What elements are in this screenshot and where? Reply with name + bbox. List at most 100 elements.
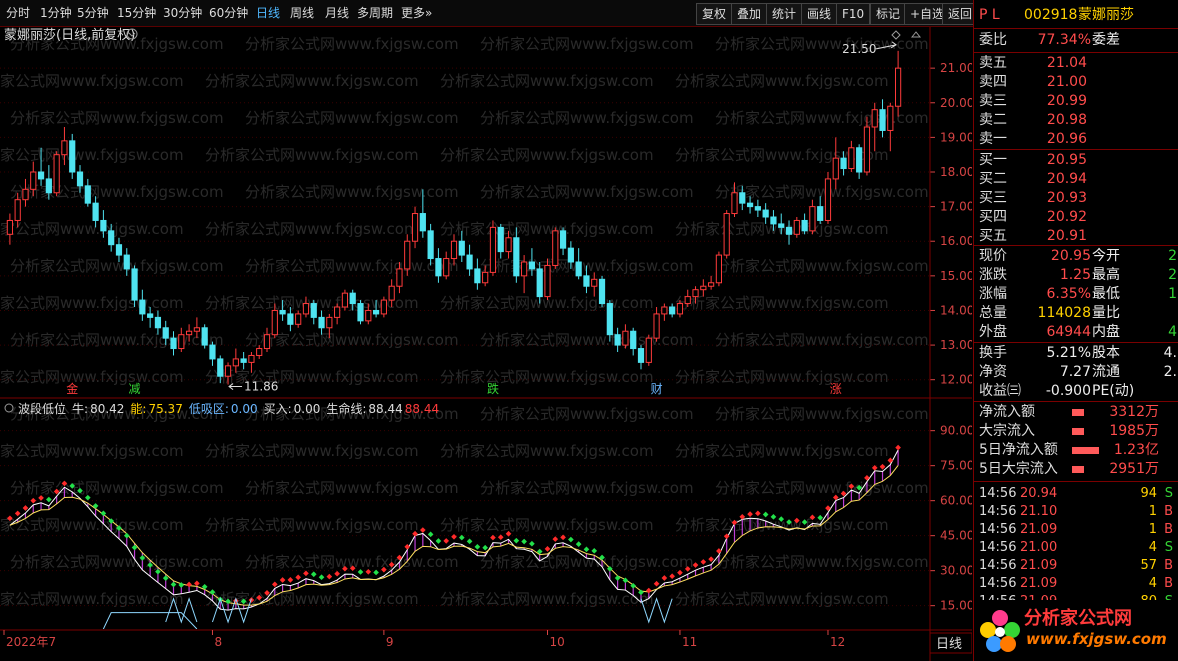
period-tab[interactable]: 分时 (6, 0, 30, 26)
toolbar-button[interactable]: 叠加 (731, 3, 768, 25)
stock-chart-title: 蒙娜丽莎(日线,前复权) (4, 27, 135, 43)
indicator-name: 波段低位 (18, 401, 66, 416)
candle-body (217, 358, 224, 377)
order-row[interactable]: 买四 20.92 (974, 208, 1178, 227)
tick-time: 14:56 (979, 486, 1017, 501)
lifeline-dot (490, 534, 496, 541)
period-tab[interactable]: 周线 (290, 0, 314, 26)
lifeline-dot (22, 505, 29, 511)
period-tab[interactable]: 60分钟 (209, 0, 248, 26)
quote-value-2: 2 (1168, 248, 1177, 264)
candle-body (466, 254, 473, 270)
period-label[interactable]: 日线 (936, 637, 962, 652)
price-tick-label: 14.00 (940, 303, 972, 317)
price-tick-label: 17.00 (940, 200, 972, 214)
quote-label-2: 最高 (1092, 267, 1120, 283)
toolbar-button[interactable]: 标记 (870, 3, 907, 25)
watermark-text: 分析家公式网www.fxjgsw.com (0, 72, 184, 90)
order-row[interactable]: 买五 20.91 (974, 227, 1178, 246)
pl-label[interactable]: P L (979, 6, 1000, 25)
order-row[interactable]: 买一 20.95 (974, 151, 1178, 170)
candle-body (474, 268, 481, 284)
period-tab[interactable]: 30分钟 (163, 0, 202, 26)
order-row[interactable]: 卖三 20.99 (974, 92, 1178, 111)
candle-body (863, 126, 871, 173)
order-level-label: 卖四 (979, 74, 1007, 90)
candle-body (684, 296, 691, 305)
weibi-label: 委比 (979, 32, 1007, 48)
indicator-legend-text: 波段低位 牛: 80.42 能: 75.37 低吸区: 0.00 买入: 0.00 生命线: 88.… (18, 401, 439, 416)
order-level-label: 买一 (979, 152, 1007, 168)
quote-label: 总量 (979, 305, 1007, 321)
order-row[interactable]: 卖四 21.00 (974, 73, 1178, 92)
order-level-label: 卖二 (979, 112, 1007, 128)
lifeline-dot (435, 538, 442, 544)
candle-body (271, 309, 278, 336)
candle-body (248, 354, 255, 363)
toolbar-button[interactable]: 复权 (696, 3, 733, 25)
candle-body (209, 344, 216, 360)
candle-body (357, 303, 364, 322)
lifeline-dot (879, 463, 886, 470)
candle-body (887, 105, 894, 131)
candle-body (411, 213, 419, 242)
fund-label: 换手 (979, 345, 1007, 361)
lifeline-dot (303, 570, 309, 577)
toolbar-button[interactable]: 画线 (801, 3, 838, 25)
watermark-text: 分析家公式网www.fxjgsw.com (245, 35, 459, 53)
flow-bar (1072, 409, 1084, 416)
watermark-text: 分析家公式网www.fxjgsw.com (245, 257, 459, 275)
candle-body (69, 140, 76, 173)
watermark-text: 分析家公式网www.fxjgsw.com (675, 294, 889, 312)
candle-body (147, 313, 154, 318)
price-tick-label: 13.00 (940, 338, 972, 352)
candle-body (435, 258, 442, 277)
watermark-text: 分析家公式网www.fxjgsw.com (480, 183, 694, 201)
candle-body (30, 171, 37, 190)
indicator-item-label: 能: (130, 402, 146, 416)
lifeline-dot (404, 543, 411, 550)
period-tab[interactable]: 多周期 (357, 0, 393, 26)
quote-row: 涨跌 1.25 最高 2 (974, 266, 1178, 285)
period-tab[interactable]: 5分钟 (77, 0, 109, 26)
period-tab[interactable]: 月线 (325, 0, 349, 26)
tick-time: 14:56 (979, 522, 1017, 537)
order-row[interactable]: 卖一 20.96 (974, 130, 1178, 149)
period-tab[interactable]: 15分钟 (117, 0, 156, 26)
flow-row: 大宗流入 1985万 (974, 422, 1178, 441)
watermark-text: 分析家公式网www.fxjgsw.com (715, 109, 929, 127)
price-axis: 21.00 20.00 19.00 18.00 17.00 16.00 15.00 14.00… (930, 61, 972, 387)
order-row[interactable]: 买三 20.93 (974, 189, 1178, 208)
lifeline-dot (186, 581, 192, 588)
candle-body (653, 313, 660, 339)
toolbar-button[interactable]: 统计 (766, 3, 803, 25)
period-tab[interactable]: 更多» (401, 0, 432, 26)
period-tab[interactable]: 1分钟 (40, 0, 72, 26)
candle-body (404, 240, 411, 270)
order-row[interactable]: 买二 20.94 (974, 170, 1178, 189)
order-row[interactable]: 卖二 20.98 (974, 111, 1178, 130)
toolbar-button[interactable]: F10 (836, 3, 871, 25)
flower-logo-icon (980, 610, 1020, 652)
order-row[interactable]: 卖五 21.04 (974, 54, 1178, 73)
tick-volume: 4 (1148, 540, 1157, 555)
candle-body (139, 299, 146, 315)
candle-body (76, 171, 84, 187)
period-tab[interactable]: 日线 (256, 0, 280, 26)
tick-price: 21.09 (1020, 558, 1058, 573)
flow-label: 5日大宗流入 (979, 461, 1058, 477)
tick-volume: 57 (1140, 558, 1157, 573)
candle-body (676, 303, 684, 315)
chart-title: 蒙娜丽莎(日线,前复权) (4, 27, 138, 43)
candle-body (287, 313, 294, 325)
candle-body (380, 299, 387, 315)
kline-chart[interactable]: 分析家公式网www.fxjgsw.com 分析家公式网www.fxjgsw.com… (0, 27, 972, 661)
tick-row: 14:56 21.00 4 S (974, 538, 1178, 557)
order-price: 20.91 (1046, 228, 1087, 244)
signal-marker: 财 (651, 382, 663, 396)
candle-body (708, 282, 715, 287)
separator (974, 28, 1178, 29)
candle-body (185, 330, 193, 336)
candle-body (115, 244, 123, 256)
watermark-text: 分析家公式网www.fxjgsw.com (245, 183, 459, 201)
